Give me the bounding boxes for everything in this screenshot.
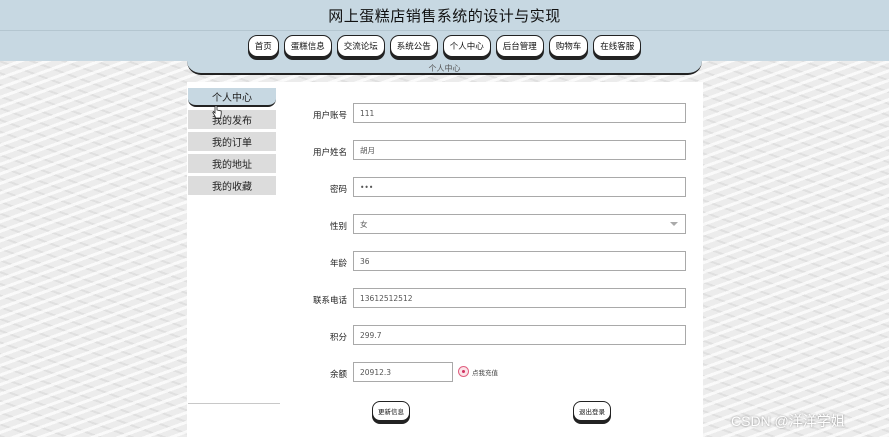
site-header: 网上蛋糕店销售系统的设计与实现 — [0, 0, 889, 30]
gender-label: 性别 — [329, 222, 347, 232]
nav-personal-center[interactable]: 个人中心 — [442, 35, 491, 57]
account-field[interactable]: 111 — [353, 103, 686, 123]
name-field[interactable]: 胡月 — [353, 140, 686, 160]
section-header: 个人中心 — [187, 61, 702, 75]
sidebar-item-my-posts[interactable]: 我的发布 — [188, 110, 276, 129]
recharge-icon — [458, 366, 469, 377]
name-label: 用户姓名 — [312, 148, 347, 158]
balance-label: 余额 — [329, 370, 347, 380]
gender-value: 女 — [360, 219, 368, 229]
sidebar-item-my-addresses[interactable]: 我的地址 — [188, 154, 276, 173]
recharge-link[interactable]: 点我充值 — [458, 366, 498, 377]
account-label: 用户账号 — [312, 111, 347, 121]
sidebar-divider — [188, 403, 280, 404]
nav-customer-service[interactable]: 在线客服 — [593, 35, 642, 57]
logout-button[interactable]: 退出登录 — [573, 401, 611, 421]
points-label: 积分 — [329, 333, 347, 343]
nav-cart[interactable]: 购物车 — [548, 35, 589, 57]
sidebar-item-my-orders[interactable]: 我的订单 — [188, 132, 276, 151]
sidebar-item-my-favorites[interactable]: 我的收藏 — [188, 176, 276, 195]
site-title: 网上蛋糕店销售系统的设计与实现 — [328, 6, 561, 25]
section-title: 个人中心 — [428, 64, 461, 73]
nav-cake-info[interactable]: 蛋糕信息 — [283, 35, 332, 57]
sidebar-item-personal-center[interactable]: 个人中心 — [188, 88, 276, 107]
balance-field[interactable]: 20912.3 — [353, 362, 453, 382]
nav-announcements[interactable]: 系统公告 — [389, 35, 438, 57]
password-label: 密码 — [329, 185, 347, 195]
nav-admin[interactable]: 后台管理 — [495, 35, 544, 57]
recharge-label: 点我充值 — [472, 368, 498, 377]
update-info-button[interactable]: 更新信息 — [372, 401, 410, 421]
main-nav: 首页 蛋糕信息 交流论坛 系统公告 个人中心 后台管理 购物车 在线客服 — [0, 30, 889, 61]
nav-home[interactable]: 首页 — [247, 35, 279, 57]
phone-field[interactable]: 13612512512 — [353, 288, 686, 308]
age-label: 年龄 — [329, 259, 347, 269]
sidebar-menu: 个人中心 我的发布 我的订单 我的地址 我的收藏 — [188, 88, 276, 195]
phone-label: 联系电话 — [312, 296, 347, 306]
hand-pointer-icon — [212, 105, 222, 119]
points-field[interactable]: 299.7 — [353, 325, 686, 345]
nav-forum[interactable]: 交流论坛 — [336, 35, 385, 57]
age-field[interactable]: 36 — [353, 251, 686, 271]
watermark: CSDN @洋洋学姐 — [731, 413, 845, 429]
password-field[interactable]: ••• — [353, 177, 686, 197]
gender-select[interactable]: 女 — [353, 214, 686, 234]
